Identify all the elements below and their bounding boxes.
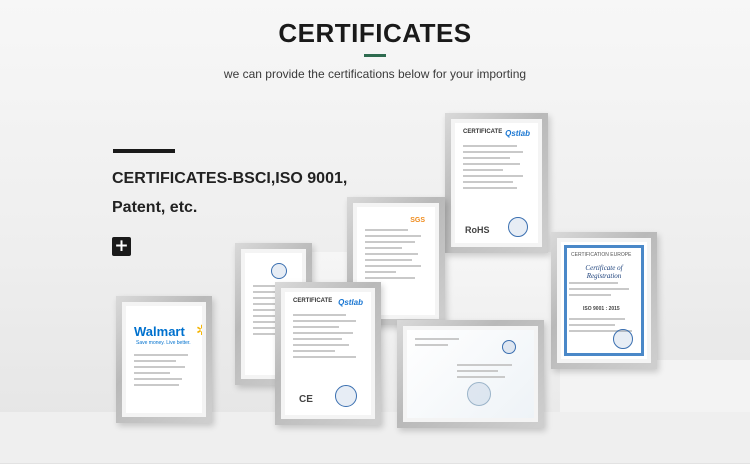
certificate-title: CERTIFICATE — [463, 129, 503, 135]
walmart-spark-icon: ✲ — [196, 323, 202, 339]
certificate-text-lines — [463, 145, 530, 193]
title-underline — [364, 54, 386, 57]
ce-mark: CE — [299, 394, 313, 405]
certificate-frame-rohs[interactable]: CERTIFICATE Qstlab RoHS — [445, 113, 548, 253]
certificate-title: CERTIFICATE — [293, 298, 333, 304]
certificate-header: CERTIFICATE Qstlab — [463, 129, 530, 138]
certificate-document: Walmart ✲ Save money. Live better. — [122, 302, 206, 417]
qstlab-logo: Qstlab — [338, 298, 363, 307]
page-subtitle: we can provide the certifications below … — [223, 67, 527, 81]
certificate-frame-landscape[interactable] — [397, 320, 544, 428]
rohs-mark: RoHS — [465, 225, 490, 235]
seal-icon — [508, 217, 528, 237]
certificate-frame-ce[interactable]: CERTIFICATE Qstlab CE — [275, 282, 381, 425]
sgs-logo: SGS — [410, 217, 425, 224]
logo-icon — [271, 263, 287, 279]
seal-icon — [467, 382, 491, 406]
certificate-document: CERTIFICATE Qstlab RoHS — [451, 119, 542, 247]
section-heading: CERTIFICATES-BSCI,ISO 9001, Patent, etc. — [112, 170, 348, 216]
seal-icon — [335, 385, 357, 407]
certificate-text-lines — [457, 364, 526, 382]
certificate-document: CERTIFICATION EUROPE Certificate of Regi… — [557, 238, 651, 363]
display-pedestal-right — [560, 360, 750, 420]
qstlab-logo: Qstlab — [505, 129, 530, 138]
certificate-text-lines — [293, 314, 363, 362]
plus-icon[interactable]: + — [112, 237, 131, 256]
certificate-text-lines — [365, 229, 427, 283]
iso-code: ISO 9001 : 2015 — [583, 306, 620, 312]
certificate-document — [403, 326, 538, 422]
certificate-frame-walmart[interactable]: Walmart ✲ Save money. Live better. — [116, 296, 212, 423]
page-title: CERTIFICATES — [278, 18, 472, 48]
certificate-title: Certificate of Registration — [585, 264, 623, 280]
certificate-header: CERTIFICATE Qstlab — [293, 298, 363, 307]
certificate-frame-iso[interactable]: CERTIFICATION EUROPE Certificate of Regi… — [551, 232, 657, 369]
certificate-issuer: CERTIFICATION EUROPE — [571, 252, 632, 258]
walmart-logo: Walmart — [134, 324, 185, 339]
walmart-tagline: Save money. Live better. — [136, 340, 191, 346]
logo-icon — [502, 340, 516, 354]
certificate-text-lines — [569, 282, 639, 300]
certificate-text-lines — [134, 354, 194, 390]
certificate-document: CERTIFICATE Qstlab CE — [281, 288, 375, 419]
seal-icon — [613, 329, 633, 349]
section-divider — [113, 149, 175, 153]
